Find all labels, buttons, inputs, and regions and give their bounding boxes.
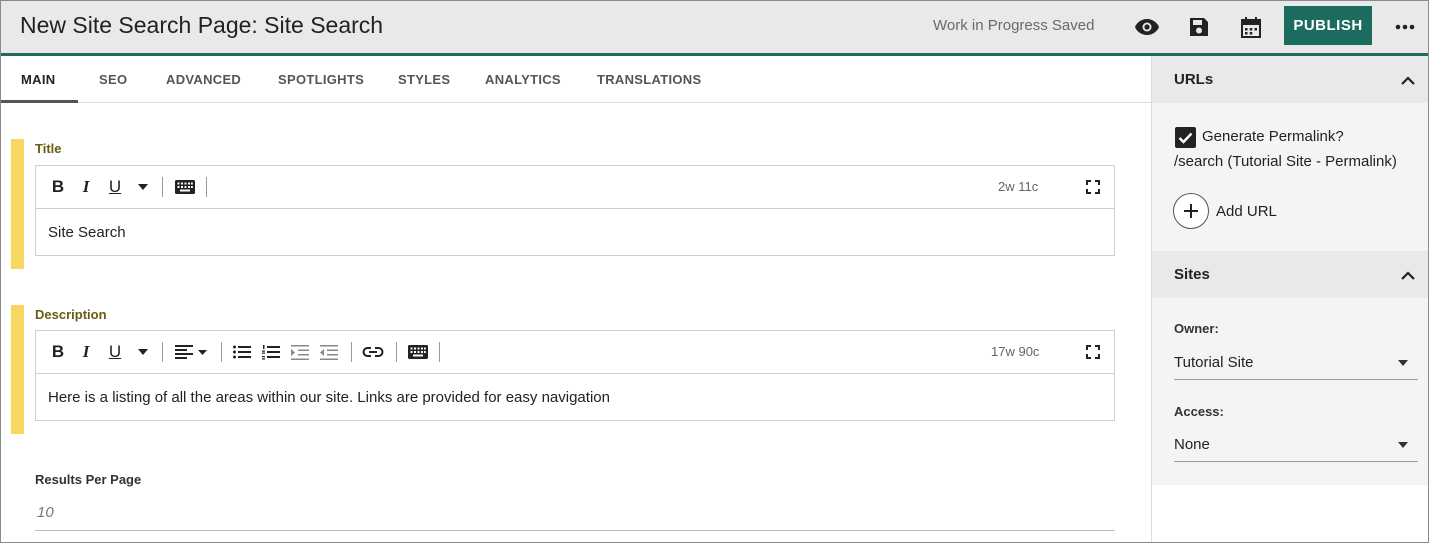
access-select[interactable]: None (1174, 428, 1418, 462)
title-label: Title (35, 141, 62, 156)
title-toolbar: B I U 2w 11c (36, 166, 1114, 209)
active-tab-indicator (1, 100, 78, 103)
toolbar-divider (396, 342, 397, 362)
urls-section-title: URLs (1174, 71, 1214, 88)
keyboard-icon[interactable] (407, 341, 429, 363)
keyboard-icon[interactable] (174, 176, 196, 198)
description-editor: B I U 17w 90c Here is a listing of all t… (35, 330, 1115, 421)
bold-button[interactable]: B (50, 341, 66, 363)
access-select-value: None (1174, 436, 1210, 453)
preview-eye-icon[interactable] (1132, 12, 1162, 42)
toolbar-divider (206, 177, 207, 197)
title-input[interactable]: Site Search (36, 209, 1114, 255)
required-indicator (11, 305, 24, 434)
italic-button[interactable]: I (78, 341, 94, 363)
align-left-icon[interactable] (174, 341, 210, 363)
toolbar-divider (221, 342, 222, 362)
toolbar-divider (162, 342, 163, 362)
top-header: New Site Search Page: Site Search Work i… (1, 1, 1428, 53)
tab-bar: MAIN SEO ADVANCED SPOTLIGHTS STYLES ANAL… (1, 56, 1151, 103)
save-status: Work in Progress Saved (933, 17, 1095, 34)
description-label: Description (35, 307, 107, 322)
required-indicator (11, 139, 24, 269)
format-dropdown-icon[interactable] (136, 341, 150, 363)
tab-spotlights[interactable]: SPOTLIGHTS (278, 72, 364, 87)
tab-analytics[interactable]: ANALYTICS (485, 72, 561, 87)
more-dots-icon[interactable] (1390, 12, 1420, 42)
tab-seo[interactable]: SEO (99, 72, 127, 87)
fullscreen-icon[interactable] (1084, 341, 1102, 363)
word-char-count: 17w 90c (991, 344, 1040, 359)
results-per-page-label: Results Per Page (35, 472, 142, 487)
bullet-list-icon[interactable] (232, 341, 252, 363)
chevron-up-icon[interactable] (1401, 267, 1415, 285)
title-editor: B I U 2w 11c Site Search (35, 165, 1115, 256)
right-sidebar: URLs Generate Permalink? /search (Tutori… (1151, 56, 1428, 542)
owner-select-value: Tutorial Site (1174, 354, 1254, 371)
urls-section-header[interactable]: URLs (1152, 56, 1428, 103)
access-label: Access: (1174, 404, 1224, 419)
tab-advanced[interactable]: ADVANCED (166, 72, 241, 87)
toolbar-divider (351, 342, 352, 362)
caret-down-icon (1398, 442, 1408, 448)
save-disk-icon[interactable] (1184, 12, 1214, 42)
underline-button[interactable]: U (106, 176, 124, 198)
tab-main[interactable]: MAIN (21, 72, 55, 87)
results-per-page-input[interactable]: 10 (35, 504, 1115, 531)
format-dropdown-icon[interactable] (136, 176, 150, 198)
italic-button[interactable]: I (78, 176, 94, 198)
app-frame: New Site Search Page: Site Search Work i… (0, 0, 1429, 543)
permalink-path: /search (Tutorial Site - Permalink) (1174, 153, 1397, 170)
fullscreen-icon[interactable] (1084, 176, 1102, 198)
page-title: New Site Search Page: Site Search (20, 12, 384, 38)
sites-section-header[interactable]: Sites (1152, 251, 1428, 298)
numbered-list-icon[interactable] (261, 341, 281, 363)
description-toolbar: B I U 17w 90c (36, 331, 1114, 374)
add-url-button[interactable]: Add URL (1216, 203, 1277, 220)
generate-permalink-checkbox[interactable] (1175, 127, 1196, 148)
indent-icon[interactable] (290, 341, 310, 363)
calendar-icon[interactable] (1236, 12, 1266, 42)
toolbar-divider (439, 342, 440, 362)
link-icon[interactable] (362, 341, 384, 363)
outdent-icon[interactable] (319, 341, 339, 363)
tab-styles[interactable]: STYLES (398, 72, 450, 87)
bold-button[interactable]: B (50, 176, 66, 198)
owner-label: Owner: (1174, 321, 1219, 336)
toolbar-divider (162, 177, 163, 197)
publish-button[interactable]: PUBLISH (1284, 6, 1372, 45)
caret-down-icon (1398, 360, 1408, 366)
underline-button[interactable]: U (106, 341, 124, 363)
tab-translations[interactable]: TRANSLATIONS (597, 72, 701, 87)
chevron-up-icon[interactable] (1401, 72, 1415, 90)
checkmark-icon (1178, 132, 1193, 144)
description-input[interactable]: Here is a listing of all the areas withi… (36, 374, 1114, 420)
sites-section-title: Sites (1174, 266, 1210, 283)
owner-select[interactable]: Tutorial Site (1174, 346, 1418, 380)
generate-permalink-label: Generate Permalink? (1202, 128, 1344, 145)
word-char-count: 2w 11c (998, 179, 1039, 194)
plus-icon[interactable] (1173, 193, 1209, 229)
